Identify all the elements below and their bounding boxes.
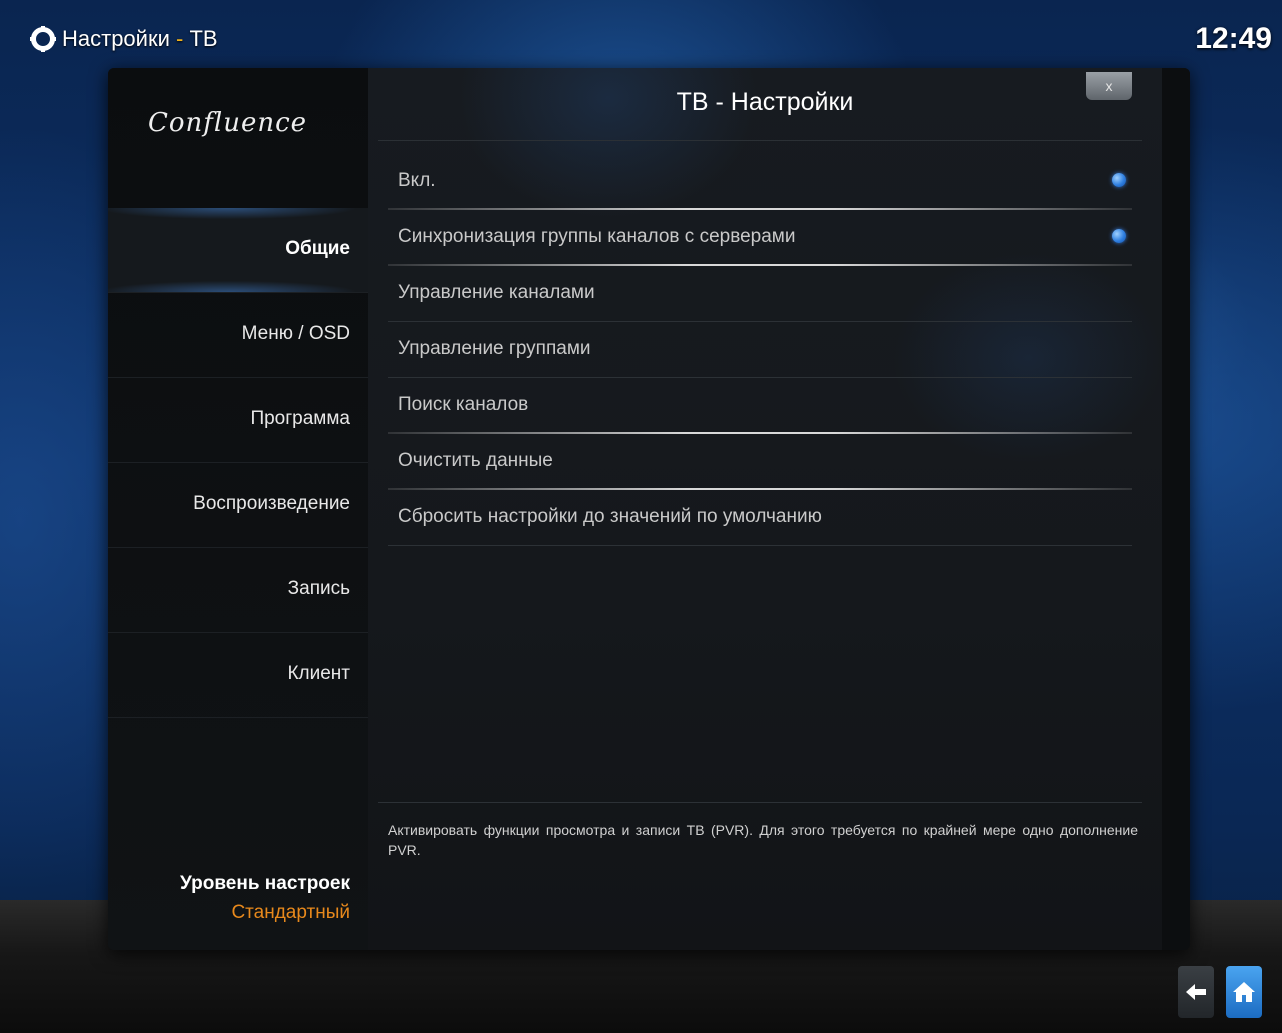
- home-button[interactable]: [1226, 966, 1262, 1018]
- setting-label: Вкл.: [398, 170, 436, 191]
- toggle-radio-icon[interactable]: [1112, 229, 1126, 243]
- gear-icon: [30, 26, 56, 52]
- toggle-radio-icon[interactable]: [1112, 173, 1126, 187]
- category-label: Запись: [287, 578, 350, 599]
- category-general[interactable]: Общие: [108, 208, 368, 293]
- back-arrow-icon: [1186, 984, 1206, 1000]
- clock: 12:49: [1195, 22, 1272, 55]
- setting-label: Поиск каналов: [398, 394, 529, 415]
- setting-clear-data[interactable]: Очистить данные: [388, 434, 1132, 490]
- settings-dialog: Confluence Общие Меню / OSD Программа Во…: [108, 68, 1190, 950]
- setting-label: Сбросить настройки до значений по умолча…: [398, 506, 822, 527]
- setting-channel-search[interactable]: Поиск каналов: [388, 378, 1132, 434]
- dialog-title: ТВ - Настройки: [676, 88, 854, 116]
- back-button[interactable]: [1178, 966, 1214, 1018]
- confluence-logo: Confluence: [148, 108, 308, 138]
- category-label: Клиент: [287, 663, 350, 684]
- scrollbar-track[interactable]: [1162, 68, 1190, 950]
- category-label: Меню / OSD: [241, 323, 350, 344]
- settings-level-value[interactable]: Стандартный: [231, 902, 350, 924]
- category-label: Воспроизведение: [193, 493, 350, 514]
- window-title: Настройки - ТВ: [62, 26, 218, 52]
- description-divider: [378, 802, 1142, 803]
- setting-channel-manager[interactable]: Управление каналами: [388, 266, 1132, 322]
- setting-enabled[interactable]: Вкл.: [388, 154, 1132, 210]
- category-recording[interactable]: Запись: [108, 548, 368, 633]
- setting-reset-defaults[interactable]: Сбросить настройки до значений по умолча…: [388, 490, 1132, 546]
- settings-level-label: Уровень настроек: [180, 873, 350, 894]
- setting-sync-channel-groups[interactable]: Синхронизация группы каналов с серверами: [388, 210, 1132, 266]
- window-title-sub: ТВ: [189, 26, 218, 51]
- category-playback[interactable]: Воспроизведение: [108, 463, 368, 548]
- category-label: Общие: [285, 238, 350, 259]
- setting-group-manager[interactable]: Управление группами: [388, 322, 1132, 378]
- settings-panel: ТВ - Настройки x Вкл. Синхронизация груп…: [368, 68, 1162, 950]
- divider: [388, 545, 1132, 546]
- top-bar: Настройки - ТВ 12:49: [0, 0, 1282, 70]
- category-menu-osd[interactable]: Меню / OSD: [108, 293, 368, 378]
- category-label: Программа: [250, 408, 350, 429]
- category-client[interactable]: Клиент: [108, 633, 368, 718]
- setting-label: Управление группами: [398, 338, 591, 359]
- category-guide[interactable]: Программа: [108, 378, 368, 463]
- home-icon: [1233, 982, 1255, 1002]
- category-sidebar: Confluence Общие Меню / OSD Программа Во…: [108, 68, 368, 950]
- window-title-main: Настройки: [62, 26, 170, 51]
- setting-label: Синхронизация группы каналов с серверами: [398, 226, 796, 247]
- setting-label: Очистить данные: [398, 450, 553, 471]
- title-divider: [378, 140, 1142, 141]
- setting-label: Управление каналами: [398, 282, 595, 303]
- setting-description: Активировать функции просмотра и записи …: [388, 822, 1138, 858]
- window-title-separator: -: [169, 26, 190, 51]
- close-button[interactable]: x: [1086, 72, 1132, 100]
